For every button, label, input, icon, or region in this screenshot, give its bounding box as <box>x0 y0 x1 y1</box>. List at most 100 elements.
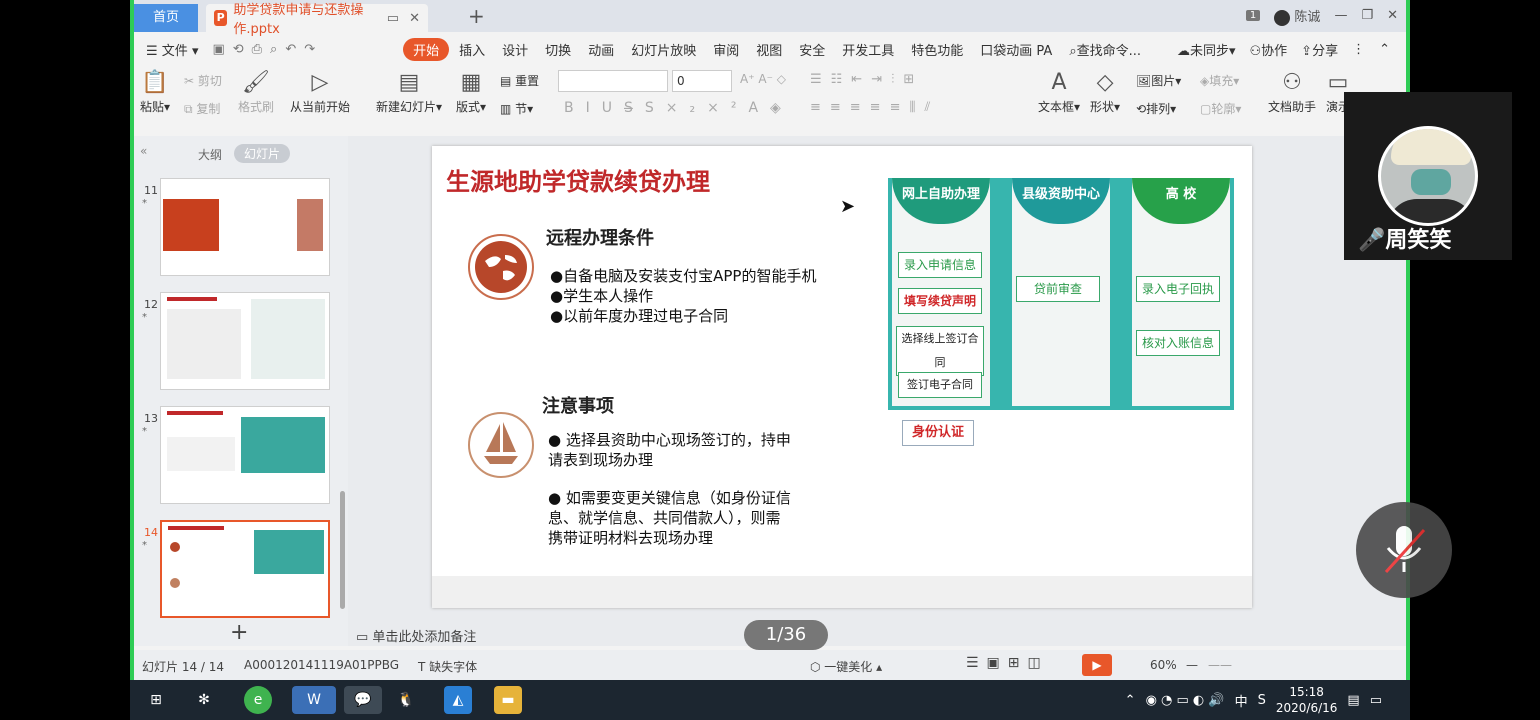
format-icons[interactable]: BIUS̶S×₂×²A◈ <box>564 100 793 116</box>
menu-security[interactable]: 安全 <box>799 40 825 59</box>
clock[interactable]: 15:18 2020/6/16 <box>1276 684 1338 716</box>
remote-item: ●以前年度办理过电子合同 <box>550 307 729 325</box>
view-icons[interactable]: ☰▣⊞◫ <box>966 655 1049 671</box>
file-menu[interactable]: ☰ 文件 ▾ <box>146 40 198 59</box>
picture-button[interactable]: 🖼图片▾ <box>1136 72 1181 89</box>
format-painter-button[interactable]: 🖌 格式刷 <box>238 68 274 115</box>
menu-features[interactable]: 特色功能 <box>911 40 963 59</box>
browser-icon[interactable]: e <box>244 686 272 714</box>
share-button[interactable]: ⇪分享 <box>1301 40 1338 59</box>
video-thumbnail[interactable]: 🎤周笑笑 <box>1344 92 1512 260</box>
slide-thumbnail[interactable] <box>160 406 330 504</box>
collapse-panel-icon[interactable]: « <box>140 144 147 158</box>
slide-thumbnail-selected[interactable] <box>160 520 330 618</box>
tray-icons[interactable]: ◉ ◔ ▭ ◐ 🔊 <box>1146 693 1225 708</box>
tab-document[interactable]: P 助学贷款申请与还款操作.pptx ▭ ✕ <box>206 3 428 37</box>
panel-scrollbar[interactable] <box>340 491 345 609</box>
command-search[interactable]: ⌕查找命令... <box>1069 40 1141 59</box>
reset-button[interactable]: ▤ 重置 <box>500 72 539 89</box>
collab-button[interactable]: ⚇协作 <box>1250 40 1288 59</box>
paste-button[interactable]: 📋 粘贴▾ <box>140 68 170 115</box>
shape-icon: ◇ <box>1096 70 1114 95</box>
process-flowchart: 网上自助办理 县级资助中心 高 校 录入申请信息 填写续贷声明 选择线上签订合同… <box>888 178 1234 410</box>
close-tab-icon[interactable]: ✕ <box>409 11 420 26</box>
search-icon: ⌕ <box>1069 43 1077 59</box>
menu-insert[interactable]: 插入 <box>459 40 485 59</box>
flow-step: 贷前审查 <box>1016 276 1100 302</box>
zoom-out-icon[interactable]: — <box>1186 658 1198 672</box>
meeting-app-icon[interactable]: ◭ <box>444 686 472 714</box>
doc-helper-button[interactable]: ⚇ 文档助手 <box>1268 68 1316 115</box>
outline-button[interactable]: ▢轮廓▾ <box>1200 100 1241 117</box>
notice-line: ● 如需要变更关键信息（如身份证信 <box>548 489 791 507</box>
collapse-ribbon-icon[interactable]: ⌃ <box>1379 42 1390 57</box>
qq-icon[interactable]: 🐧 <box>392 686 420 714</box>
more-icon[interactable]: ⋮ <box>1352 42 1365 57</box>
arrange-button[interactable]: ⟲排列▾ <box>1136 100 1176 117</box>
font-size-select[interactable]: 0 <box>672 70 732 92</box>
notes-icon: ▭ <box>356 630 373 645</box>
textbox-button[interactable]: A 文本框▾ <box>1038 68 1080 115</box>
menu-design[interactable]: 设计 <box>502 40 528 59</box>
list-icons[interactable]: ☰☷⇤⇥⫶⊞ <box>810 72 923 87</box>
sogou-icon[interactable]: S <box>1258 693 1266 708</box>
font-name-select[interactable] <box>558 70 668 92</box>
user-name[interactable]: 陈诚 <box>1294 10 1320 25</box>
font-grow-icons[interactable]: A⁺ A⁻ ◇ <box>740 72 786 86</box>
menu-pocket-animation[interactable]: 口袋动画 PA <box>980 40 1052 59</box>
window-icon[interactable]: ▭ <box>387 11 399 26</box>
user-avatar[interactable] <box>1274 9 1291 26</box>
thumb-number: 11 <box>144 184 158 197</box>
tab-home[interactable]: 首页 <box>134 4 198 32</box>
menu-view[interactable]: 视图 <box>756 40 782 59</box>
layout-icon: ▦ <box>460 70 482 95</box>
zoom-slider[interactable]: —— <box>1208 658 1232 672</box>
ime-indicator[interactable]: 中 <box>1235 691 1248 710</box>
notification-icon[interactable]: ▤ <box>1347 693 1359 708</box>
cut-button[interactable]: ✂ 剪切 <box>184 72 222 89</box>
menu-transition[interactable]: 切换 <box>545 40 571 59</box>
copy-button[interactable]: ⧉ 复制 <box>184 100 220 117</box>
start-icon[interactable]: ⊞ <box>142 686 170 714</box>
left-black-bar <box>0 0 130 680</box>
tab-slides[interactable]: 幻灯片 <box>234 144 291 163</box>
zoom-level[interactable]: 60% <box>1150 658 1177 672</box>
new-slide-button[interactable]: ▤ 新建幻灯片▾ <box>376 68 442 115</box>
menu-slideshow[interactable]: 幻灯片放映 <box>631 40 696 59</box>
notes-area[interactable]: ▭ 单击此处添加备注 <box>356 626 476 645</box>
slide-thumbnail[interactable] <box>160 178 330 276</box>
add-slide-button[interactable]: + <box>230 620 248 645</box>
menu-review[interactable]: 审阅 <box>713 40 739 59</box>
folder-icon[interactable]: ▬ <box>494 686 522 714</box>
section-button[interactable]: ▥ 节▾ <box>500 100 533 117</box>
tab-outline[interactable]: 大纲 <box>198 146 222 163</box>
app-pinwheel-icon[interactable]: ✻ <box>190 686 218 714</box>
menu-devtools[interactable]: 开发工具 <box>842 40 894 59</box>
tray-chevron-icon[interactable]: ⌃ <box>1125 693 1136 708</box>
close-window-icon[interactable]: ✕ <box>1387 8 1398 23</box>
mute-mic-button[interactable] <box>1356 502 1452 598</box>
slide-thumbnail[interactable] <box>160 292 330 390</box>
slide-panel: « 大纲 幻灯片 11 * 12 * 13 * 14 * + <box>134 136 348 646</box>
sync-status[interactable]: ☁未同步▾ <box>1177 40 1236 59</box>
play-slideshow-button[interactable]: ▶ <box>1082 654 1112 676</box>
windows-taskbar: ⊞ ✻ e W 💬 🐧 ◭ ▬ ⌃ ◉ ◔ ▭ ◐ 🔊 中 S 15:18 202… <box>130 680 1410 720</box>
from-current-button[interactable]: ▷ 从当前开始 <box>290 68 350 115</box>
menu-animation[interactable]: 动画 <box>588 40 614 59</box>
maximize-icon[interactable]: ❐ <box>1361 8 1373 23</box>
minimize-icon[interactable]: — <box>1334 8 1347 23</box>
new-tab-button[interactable]: + <box>468 4 485 28</box>
quick-access-icons[interactable]: ▣⟲⎙⌕↶↷ <box>212 42 323 57</box>
wechat-icon[interactable]: 💬 <box>344 686 382 714</box>
layout-button[interactable]: ▦ 版式▾ <box>456 68 486 115</box>
align-icons[interactable]: ≡≡≡≡≡⫼⫽ <box>810 100 939 115</box>
shape-button[interactable]: ◇ 形状▾ <box>1090 68 1120 115</box>
slide-count: 幻灯片 14 / 14 <box>142 660 225 674</box>
fill-button[interactable]: ◈填充▾ <box>1200 72 1239 89</box>
beautify-button[interactable]: ⬡ 一键美化 ▴ <box>810 658 882 675</box>
remote-heading: 远程办理条件 <box>546 228 654 249</box>
wps-taskbar-icon[interactable]: W <box>292 686 336 714</box>
missing-font[interactable]: T 缺失字体 <box>418 658 477 675</box>
menu-start[interactable]: 开始 <box>403 37 450 61</box>
action-center-icon[interactable]: ▭ <box>1370 693 1382 708</box>
